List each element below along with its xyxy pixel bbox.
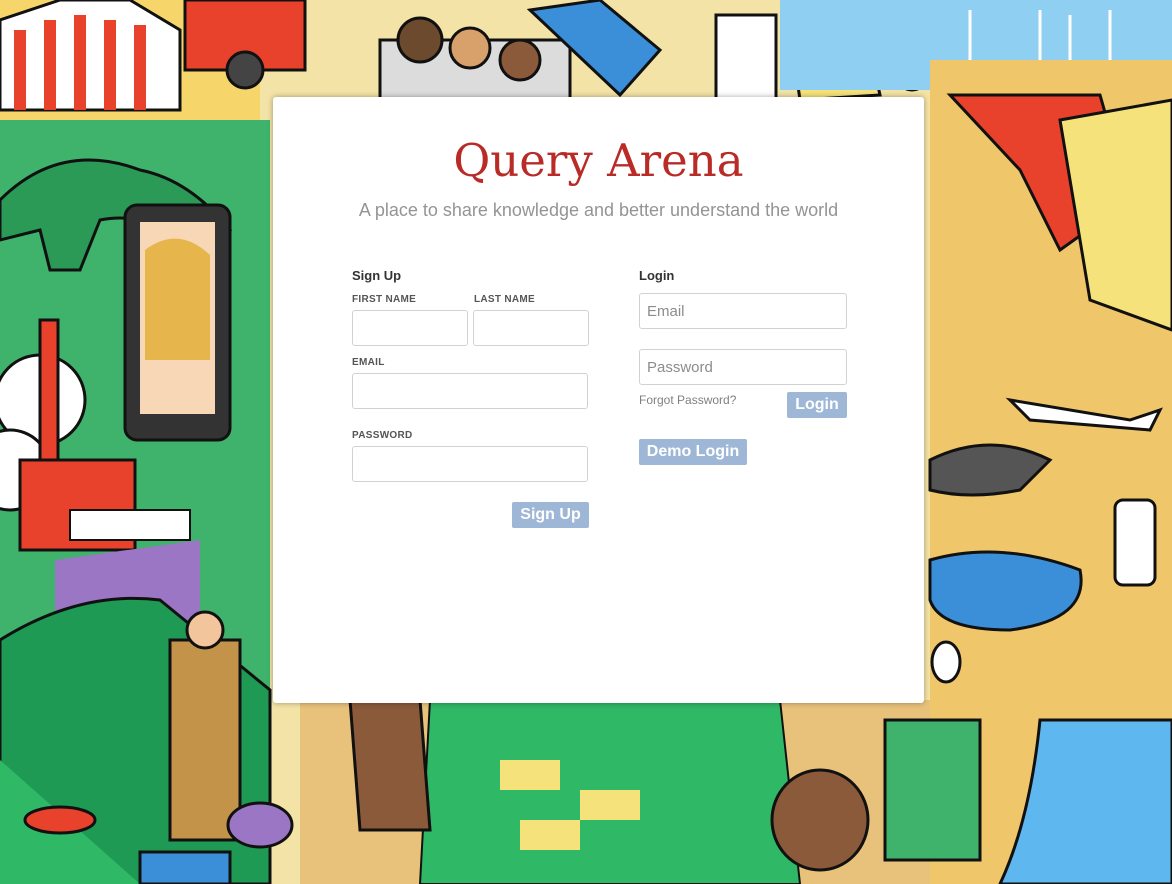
- app-subtitle: A place to share knowledge and better un…: [358, 200, 839, 220]
- signup-button[interactable]: Sign Up: [512, 502, 589, 528]
- signup-password-label: PASSWORD: [352, 430, 413, 441]
- signup-password-input[interactable]: [352, 446, 588, 482]
- last-name-input[interactable]: [473, 310, 589, 346]
- login-button[interactable]: Login: [787, 392, 847, 418]
- last-name-label: LAST NAME: [474, 294, 536, 305]
- app-title: Query Arena: [453, 134, 744, 187]
- first-name-input[interactable]: [352, 310, 468, 346]
- forgot-password-link[interactable]: Forgot Password?: [639, 393, 736, 407]
- login-email-input[interactable]: [639, 293, 847, 329]
- signup-heading: Sign Up: [352, 268, 402, 283]
- login-heading: Login: [639, 268, 675, 283]
- login-password-input[interactable]: [639, 349, 847, 385]
- auth-card: Query Arena A place to share knowledge a…: [273, 97, 924, 703]
- demo-login-button[interactable]: Demo Login: [639, 439, 747, 465]
- signup-email-input[interactable]: [352, 373, 588, 409]
- signup-email-label: EMAIL: [352, 357, 385, 368]
- first-name-label: FIRST NAME: [352, 294, 417, 305]
